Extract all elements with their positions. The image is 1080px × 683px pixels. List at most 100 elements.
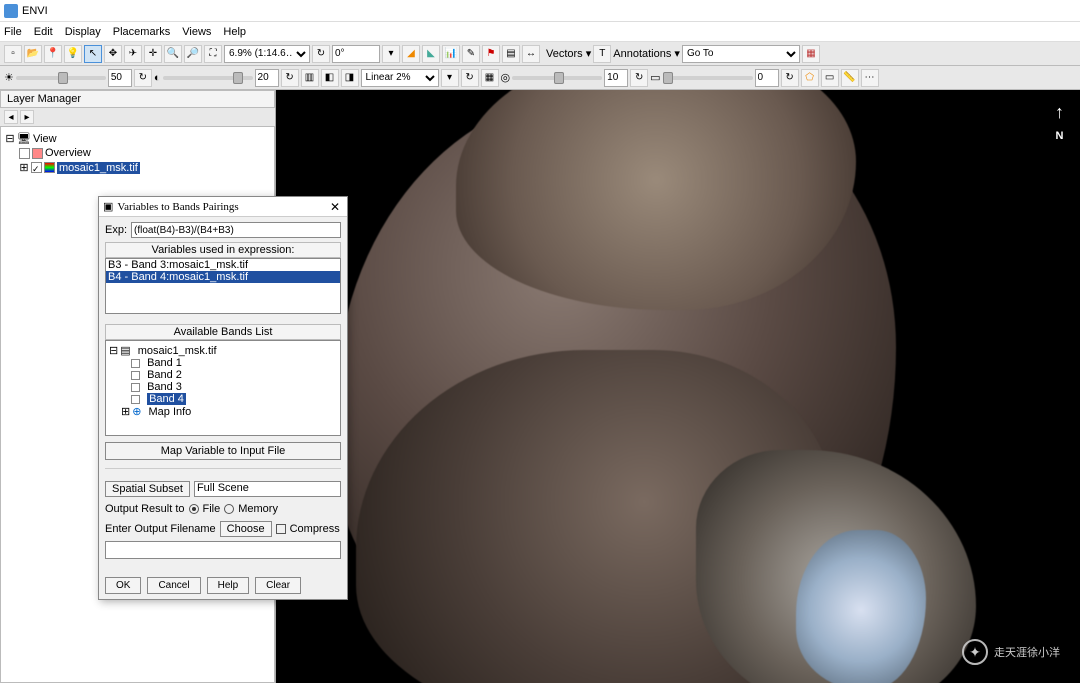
chip-icon[interactable]: ▦	[802, 45, 820, 63]
cancel-button[interactable]: Cancel	[147, 577, 200, 594]
expression-input[interactable]	[131, 222, 341, 238]
contrast-value[interactable]	[255, 69, 279, 87]
brightness-slider[interactable]: ☀	[4, 71, 106, 84]
stretch-b-icon[interactable]: ◨	[341, 69, 359, 87]
wechat-icon: ✦	[962, 639, 988, 665]
stretch-combo[interactable]: Linear 2%	[361, 69, 439, 87]
dialog-title: Variables to Bands Pairings	[117, 201, 238, 213]
refresh-icon[interactable]: ↻	[312, 45, 330, 63]
edit-icon[interactable]: ✎	[462, 45, 480, 63]
stretch-dropdown-icon[interactable]: ▾	[441, 69, 459, 87]
zoom-fit-icon[interactable]: ⛶	[204, 45, 222, 63]
tree-expand2-icon[interactable]: ⊞	[121, 405, 130, 418]
misc-icon[interactable]: ⋯	[861, 69, 879, 87]
dialog-icon: ▣	[103, 200, 113, 213]
close-icon[interactable]: ✕	[327, 200, 343, 214]
rect-icon[interactable]: ▭	[821, 69, 839, 87]
overview-label[interactable]: Overview	[45, 147, 91, 159]
stretch-reset-icon[interactable]: ↻	[461, 69, 479, 87]
text-icon[interactable]: T	[593, 45, 611, 63]
layer-expand-icon[interactable]: ⊞	[19, 161, 29, 174]
lm-tool-2-icon[interactable]: ▸	[20, 110, 34, 124]
zoom-out-icon[interactable]: 🔎	[184, 45, 202, 63]
menu-help[interactable]: Help	[223, 26, 246, 38]
stack-icon[interactable]: ▤	[502, 45, 520, 63]
tree-expand-icon[interactable]: ⊟	[5, 132, 15, 145]
contrast-reset-icon[interactable]: ↻	[281, 69, 299, 87]
help-button[interactable]: Help	[207, 577, 250, 594]
bulb-icon[interactable]: 💡	[64, 45, 82, 63]
brightness-value[interactable]	[108, 69, 132, 87]
rotation-input[interactable]	[332, 45, 380, 63]
band4-box[interactable]	[131, 395, 140, 404]
compress-checkbox[interactable]	[276, 524, 286, 534]
chart-icon[interactable]: 📊	[442, 45, 460, 63]
map-variable-button[interactable]: Map Variable to Input File	[105, 442, 341, 460]
choose-button[interactable]: Choose	[220, 521, 272, 537]
layer-checkbox[interactable]	[31, 162, 42, 173]
image-viewport[interactable]: ↑N ✦ 走天涯徐小洋	[276, 90, 1080, 683]
band4-label[interactable]: Band 4	[147, 393, 186, 405]
transparency-reset-icon[interactable]: ↻	[781, 69, 799, 87]
var-b4[interactable]: B4 - Band 4:mosaic1_msk.tif	[106, 271, 340, 283]
bands-tree[interactable]: ⊟▤ mosaic1_msk.tif Band 1 Band 2 Band 3 …	[105, 340, 341, 436]
stretch-a-icon[interactable]: ◧	[321, 69, 339, 87]
radio-memory[interactable]	[224, 504, 234, 514]
band3-box[interactable]	[131, 383, 140, 392]
grid-icon[interactable]: ▦	[481, 69, 499, 87]
dialog-titlebar[interactable]: ▣ Variables to Bands Pairings ✕	[99, 197, 347, 217]
layer-label[interactable]: mosaic1_msk.tif	[57, 162, 140, 174]
histogram-icon[interactable]: ▥	[301, 69, 319, 87]
goto-combo[interactable]: Go To	[682, 45, 800, 63]
menu-display[interactable]: Display	[65, 26, 101, 38]
watermark: ✦ 走天涯徐小洋	[962, 639, 1060, 665]
tool-b-icon[interactable]: ◣	[422, 45, 440, 63]
clear-button[interactable]: Clear	[255, 577, 301, 594]
cursor-icon[interactable]: ↖	[84, 45, 102, 63]
transparency-slider[interactable]: ▭	[650, 71, 752, 84]
bands-file[interactable]: mosaic1_msk.tif	[138, 345, 217, 357]
pin-icon[interactable]: 📍	[44, 45, 62, 63]
sharpen-reset-icon[interactable]: ↻	[630, 69, 648, 87]
band2-label[interactable]: Band 2	[147, 369, 182, 381]
radio-file[interactable]	[189, 504, 199, 514]
band3-label[interactable]: Band 3	[147, 381, 182, 393]
tree-root-label: View	[33, 133, 57, 145]
tool-a-icon[interactable]: ◢	[402, 45, 420, 63]
poly-icon[interactable]: ⬠	[801, 69, 819, 87]
menu-file[interactable]: File	[4, 26, 22, 38]
zoom-combo[interactable]: 6.9% (1:14.6…	[224, 45, 310, 63]
spatial-subset-button[interactable]: Spatial Subset	[105, 481, 190, 497]
variables-list[interactable]: B3 - Band 3:mosaic1_msk.tif B4 - Band 4:…	[105, 258, 341, 314]
sharpen-slider[interactable]: ◎	[501, 71, 603, 84]
menu-edit[interactable]: Edit	[34, 26, 53, 38]
band1-box[interactable]	[131, 359, 140, 368]
flag-icon[interactable]: ⚑	[482, 45, 500, 63]
annotations-dropdown[interactable]: Annotations ▾	[613, 47, 680, 60]
ok-button[interactable]: OK	[105, 577, 141, 594]
brightness-reset-icon[interactable]: ↻	[134, 69, 152, 87]
ruler-icon[interactable]: 📏	[841, 69, 859, 87]
lm-tool-1-icon[interactable]: ◂	[4, 110, 18, 124]
new-icon[interactable]: ▫	[4, 45, 22, 63]
sharpen-value[interactable]	[604, 69, 628, 87]
overview-checkbox[interactable]	[19, 148, 30, 159]
output-filename-input[interactable]	[105, 541, 341, 559]
measure-icon[interactable]: ↔	[522, 45, 540, 63]
menu-views[interactable]: Views	[182, 26, 211, 38]
mapinfo-label[interactable]: Map Info	[149, 406, 192, 418]
fly-icon[interactable]: ✈	[124, 45, 142, 63]
open-icon[interactable]: 📂	[24, 45, 42, 63]
pan-icon[interactable]: ✥	[104, 45, 122, 63]
zoom-in-icon[interactable]: 🔍	[164, 45, 182, 63]
crosshair-icon[interactable]: ✛	[144, 45, 162, 63]
rotation-dropdown-icon[interactable]: ▾	[382, 45, 400, 63]
band2-box[interactable]	[131, 371, 140, 380]
band1-label[interactable]: Band 1	[147, 357, 182, 369]
tree-collapse-icon[interactable]: ⊟	[109, 344, 118, 357]
contrast-slider[interactable]: ◐	[154, 72, 253, 84]
var-b3[interactable]: B3 - Band 3:mosaic1_msk.tif	[106, 259, 340, 271]
vectors-dropdown[interactable]: Vectors ▾	[546, 47, 591, 60]
menu-placemarks[interactable]: Placemarks	[113, 26, 170, 38]
transparency-value[interactable]	[755, 69, 779, 87]
